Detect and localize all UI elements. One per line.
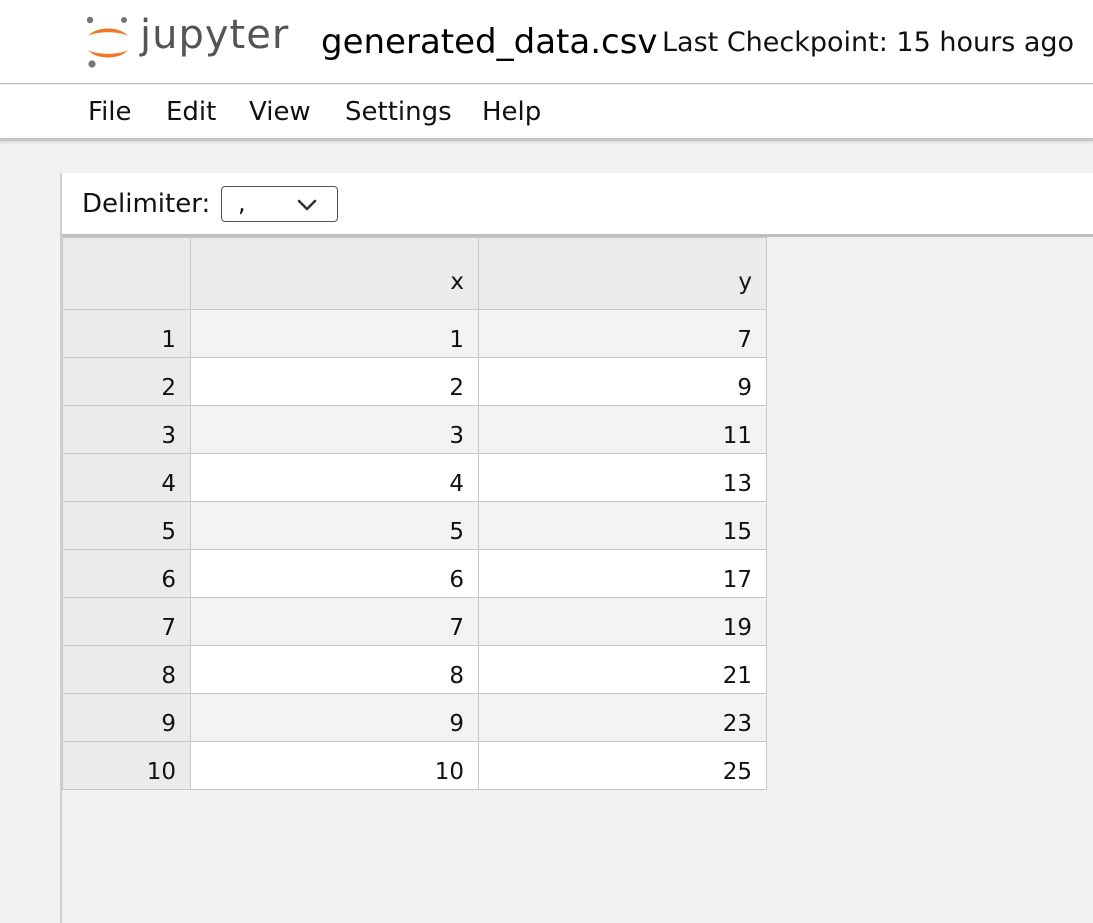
cell-x[interactable]: 2 <box>190 357 479 406</box>
row-header[interactable]: 5 <box>62 501 191 550</box>
menu-settings[interactable]: Settings <box>345 97 452 127</box>
row-header[interactable]: 1 <box>62 309 191 358</box>
cell-y[interactable]: 11 <box>478 405 767 454</box>
row-header[interactable]: 6 <box>62 549 191 598</box>
document-title[interactable]: generated_data.csv <box>321 22 658 62</box>
table-row: 2 2 9 <box>62 357 767 406</box>
menu-bar: File Edit View Settings Help <box>0 85 1093 141</box>
header-row: x y <box>62 237 767 310</box>
row-header[interactable]: 4 <box>62 453 191 502</box>
cell-y[interactable]: 9 <box>478 357 767 406</box>
csv-toolbar: Delimiter: , <box>62 173 1093 237</box>
cell-x[interactable]: 6 <box>190 549 479 598</box>
chevron-down-icon <box>297 199 317 211</box>
cell-x[interactable]: 10 <box>190 741 479 790</box>
delimiter-value: , <box>238 189 246 217</box>
delimiter-label: Delimiter: <box>82 189 211 219</box>
menu-view[interactable]: View <box>249 97 311 127</box>
table-row: 10 10 25 <box>62 741 767 790</box>
table-row: 8 8 21 <box>62 645 767 694</box>
row-header[interactable]: 10 <box>62 741 191 790</box>
jupyter-logo-text: jupyter <box>140 12 290 58</box>
cell-y[interactable]: 25 <box>478 741 767 790</box>
table-row: 3 3 11 <box>62 405 767 454</box>
cell-y[interactable]: 21 <box>478 645 767 694</box>
cell-x[interactable]: 1 <box>190 309 479 358</box>
cell-x[interactable]: 3 <box>190 405 479 454</box>
corner-header <box>62 237 191 310</box>
column-header-y[interactable]: y <box>478 237 767 310</box>
cell-y[interactable]: 13 <box>478 453 767 502</box>
cell-y[interactable]: 17 <box>478 549 767 598</box>
row-header[interactable]: 3 <box>62 405 191 454</box>
menu-file[interactable]: File <box>88 97 132 127</box>
top-header: jupyter generated_data.csv Last Checkpoi… <box>0 0 1093 84</box>
cell-x[interactable]: 4 <box>190 453 479 502</box>
column-header-x[interactable]: x <box>190 237 479 310</box>
table-row: 5 5 15 <box>62 501 767 550</box>
cell-x[interactable]: 7 <box>190 597 479 646</box>
row-header[interactable]: 9 <box>62 693 191 742</box>
table-row: 1 1 7 <box>62 309 767 358</box>
table-row: 4 4 13 <box>62 453 767 502</box>
menu-help[interactable]: Help <box>482 97 541 127</box>
delimiter-select[interactable]: , <box>221 186 338 222</box>
cell-y[interactable]: 7 <box>478 309 767 358</box>
row-header[interactable]: 8 <box>62 645 191 694</box>
row-header[interactable]: 2 <box>62 357 191 406</box>
menu-edit[interactable]: Edit <box>166 97 216 127</box>
cell-x[interactable]: 5 <box>190 501 479 550</box>
table-row: 6 6 17 <box>62 549 767 598</box>
jupyter-logo-icon[interactable] <box>84 14 132 70</box>
cell-y[interactable]: 19 <box>478 597 767 646</box>
csv-viewer-panel: Delimiter: , x y 1 1 7 2 2 9 3 3 11 4 4 … <box>60 173 1093 923</box>
checkpoint-status: Last Checkpoint: 15 hours ago <box>662 27 1075 58</box>
table-row: 9 9 23 <box>62 693 767 742</box>
table-row: 7 7 19 <box>62 597 767 646</box>
row-header[interactable]: 7 <box>62 597 191 646</box>
cell-x[interactable]: 8 <box>190 645 479 694</box>
cell-y[interactable]: 15 <box>478 501 767 550</box>
cell-x[interactable]: 9 <box>190 693 479 742</box>
csv-data-grid[interactable]: x y 1 1 7 2 2 9 3 3 11 4 4 13 5 5 15 6 6… <box>62 237 767 790</box>
cell-y[interactable]: 23 <box>478 693 767 742</box>
